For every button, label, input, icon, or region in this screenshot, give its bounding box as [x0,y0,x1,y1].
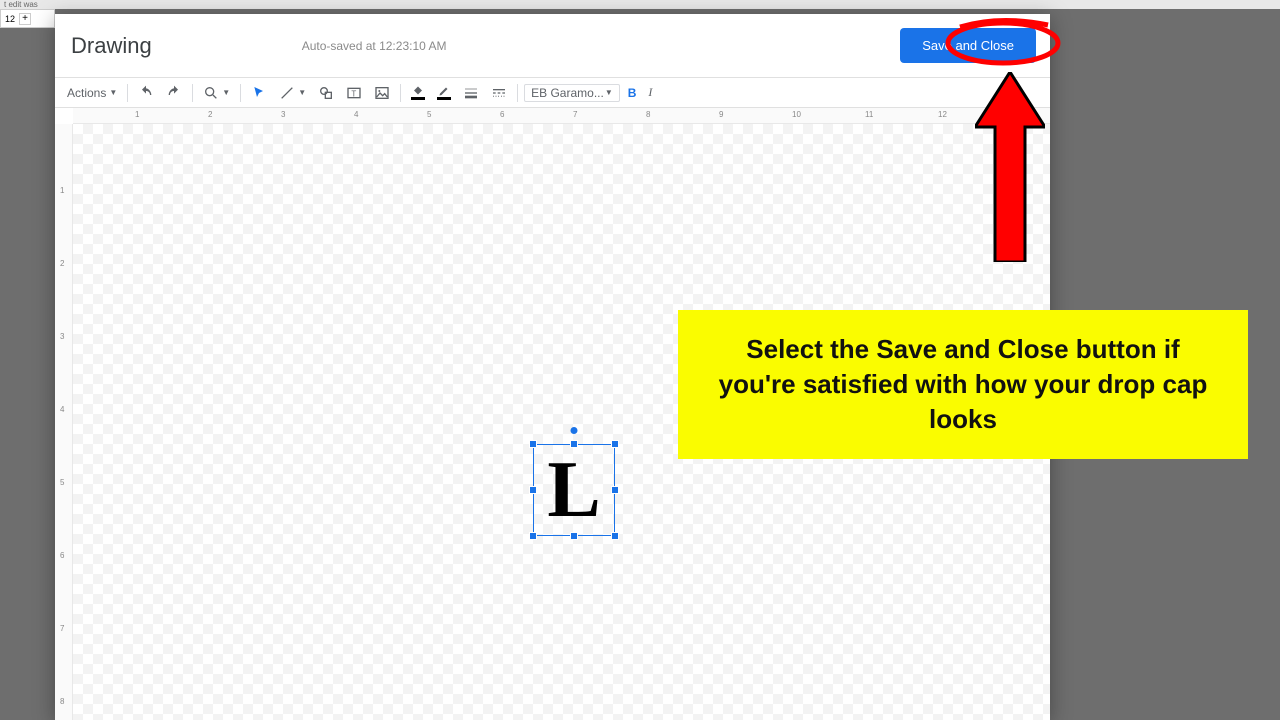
undo-icon [138,85,154,101]
drawing-toolbar: Actions▼ ▼ ▼ T [55,78,1050,108]
border-dash[interactable] [487,83,511,103]
weight-icon [463,85,479,101]
image-tool[interactable] [370,83,394,103]
pencil-icon [437,85,451,97]
shape-tool[interactable] [314,83,338,103]
fill-color[interactable] [407,83,429,102]
resize-handle-s[interactable] [570,532,578,540]
bold-button[interactable]: B [624,84,641,102]
resize-handle-w[interactable] [529,486,537,494]
shape-icon [318,85,334,101]
actions-menu[interactable]: Actions▼ [63,84,121,102]
image-icon [374,85,390,101]
cursor-icon [251,85,267,101]
line-tool[interactable]: ▼ [275,83,310,103]
background-edit-strip: t edit was [0,0,1280,9]
undo-button[interactable] [134,83,158,103]
autosave-status: Auto-saved at 12:23:10 AM [302,39,447,53]
resize-handle-nw[interactable] [529,440,537,448]
italic-button[interactable]: I [644,83,656,102]
dialog-header: Drawing Auto-saved at 12:23:10 AM Save a… [55,14,1050,78]
line-icon [279,85,295,101]
select-tool[interactable] [247,83,271,103]
textbox-icon: T [346,85,362,101]
resize-handle-ne[interactable] [611,440,619,448]
resize-handle-sw[interactable] [529,532,537,540]
dash-icon [491,85,507,101]
border-weight[interactable] [459,83,483,103]
font-family-select[interactable]: EB Garamo...▼ [524,84,620,102]
resize-handle-n[interactable] [570,440,578,448]
redo-button[interactable] [162,83,186,103]
vertical-ruler: 1 2 3 4 5 6 7 8 [55,124,73,720]
selected-text-object[interactable]: L [533,444,615,536]
zoom-icon [203,85,219,101]
annotation-callout: Select the Save and Close button if you'… [678,310,1248,459]
resize-handle-e[interactable] [611,486,619,494]
horizontal-ruler: 1 2 3 4 5 6 7 8 9 10 11 12 13 [73,108,1050,124]
save-and-close-button[interactable]: Save and Close [900,28,1036,63]
dialog-title: Drawing [71,33,152,59]
border-color[interactable] [433,83,455,102]
rotate-handle[interactable] [571,427,578,434]
redo-icon [166,85,182,101]
background-font-size: 12 + [0,9,55,28]
drop-cap-letter: L [547,450,600,530]
svg-text:T: T [351,89,356,98]
fill-icon [411,85,425,97]
zoom-menu[interactable]: ▼ [199,83,234,103]
resize-handle-se[interactable] [611,532,619,540]
textbox-tool[interactable]: T [342,83,366,103]
